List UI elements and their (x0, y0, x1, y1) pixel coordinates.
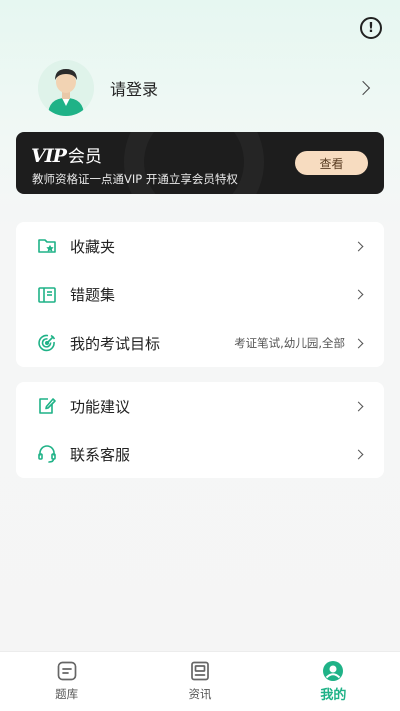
exclamation-circle-icon[interactable]: ! (360, 17, 382, 39)
tab-news[interactable]: 资讯 (133, 652, 266, 711)
target-icon (37, 333, 57, 353)
vip-title: VIP 会员 (31, 142, 102, 167)
menu-item-customer-service[interactable]: 联系客服 (16, 430, 384, 478)
primary-menu-card: 收藏夹 错题集 我的考试目标 考证笔试,幼儿园,全部 (16, 222, 384, 367)
chevron-right-icon (353, 241, 364, 252)
vip-logo: VIP (31, 145, 67, 167)
tab-profile[interactable]: 我的 (267, 652, 400, 711)
vip-banner[interactable]: VIP 会员 教师资格证一点通VIP 开通立享会员特权 查看 (16, 132, 384, 194)
chevron-right-icon (353, 338, 364, 349)
profile-icon (322, 660, 344, 682)
bottom-tab-bar: 题库 资讯 我的 (0, 651, 400, 711)
question-bank-icon (56, 660, 78, 682)
menu-item-feedback[interactable]: 功能建议 (16, 382, 384, 430)
menu-item-exam-goal[interactable]: 我的考试目标 考证笔试,幼儿园,全部 (16, 319, 384, 368)
vip-view-button[interactable]: 查看 (295, 151, 368, 175)
login-prompt[interactable]: 请登录 (110, 76, 358, 100)
edit-document-icon (37, 396, 57, 416)
menu-item-wrong-questions[interactable]: 错题集 (16, 271, 384, 320)
menu-label: 功能建议 (70, 397, 131, 416)
tab-label: 我的 (320, 688, 347, 703)
tab-question-bank[interactable]: 题库 (0, 652, 133, 711)
chevron-right-icon (353, 289, 364, 300)
menu-label: 联系客服 (70, 445, 131, 464)
headset-icon (37, 444, 57, 464)
chevron-right-icon (353, 449, 364, 459)
secondary-menu-card: 功能建议 联系客服 (16, 382, 384, 478)
menu-label: 收藏夹 (70, 237, 116, 256)
menu-item-favorites[interactable]: 收藏夹 (16, 222, 384, 271)
menu-label: 我的考试目标 (70, 334, 161, 353)
vip-label: 会员 (67, 147, 102, 167)
user-avatar-icon (38, 60, 94, 116)
book-icon (37, 285, 57, 305)
exam-goal-value: 考证笔试,幼儿园,全部 (234, 336, 345, 351)
chevron-right-icon (353, 401, 364, 411)
tab-label: 资讯 (188, 687, 212, 701)
menu-label: 错题集 (70, 286, 116, 305)
login-profile-row[interactable]: 请登录 (38, 60, 372, 116)
news-icon (189, 660, 211, 682)
vip-description: 教师资格证一点通VIP 开通立享会员特权 (32, 172, 238, 186)
chevron-right-icon (355, 80, 371, 96)
tab-label: 题库 (55, 687, 79, 701)
folder-star-icon (37, 236, 57, 256)
